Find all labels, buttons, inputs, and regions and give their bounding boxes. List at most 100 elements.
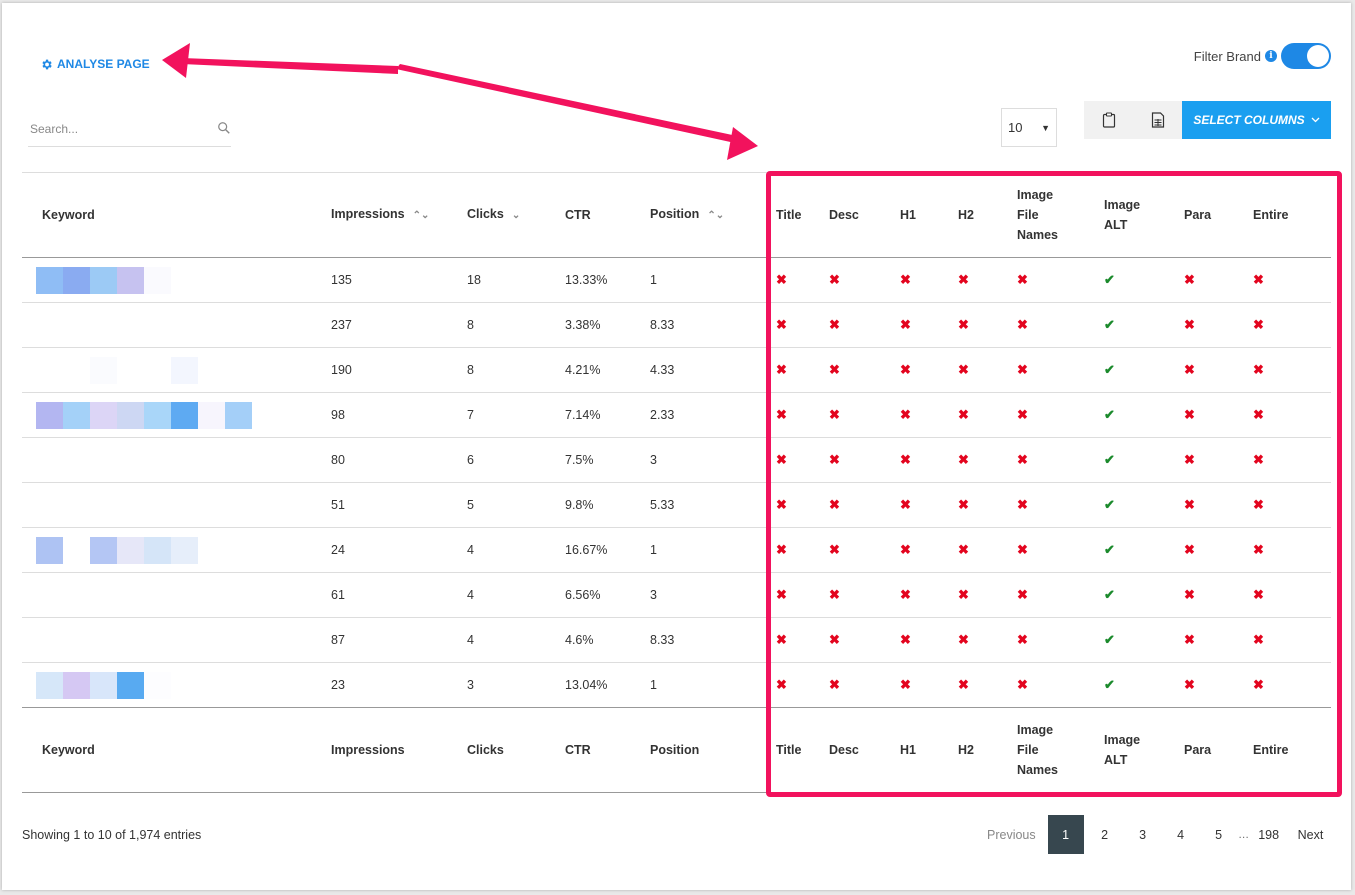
h1-status-cell: ✖ (900, 348, 958, 393)
page-button-5[interactable]: 5 (1200, 815, 1238, 854)
page-button-4[interactable]: 4 (1162, 815, 1200, 854)
cross-icon: ✖ (958, 677, 969, 692)
impressions-cell: 51 (331, 498, 345, 512)
impressions-cell: 237 (331, 318, 352, 332)
previous-button[interactable]: Previous (977, 815, 1046, 854)
ctr-cell: 7.5% (565, 453, 594, 467)
column-header-para[interactable]: Para (1184, 173, 1253, 258)
position-cell: 1 (650, 543, 657, 557)
h1-status-cell: ✖ (900, 618, 958, 663)
page-size-value: 10 (1008, 120, 1023, 135)
cross-icon: ✖ (829, 452, 840, 467)
table-header-row: Keyword Impressions ⌃⌄ Clicks ⌄ CTR Positi… (22, 172, 1331, 258)
page-button-last[interactable]: 198 (1250, 815, 1288, 854)
column-header-title[interactable]: Title (761, 173, 829, 258)
redacted-keyword (36, 582, 331, 609)
entire-status-cell: ✖ (1253, 258, 1331, 303)
keyword-cell-redacted (22, 258, 331, 303)
select-columns-button[interactable]: SELECT COLUMNS (1182, 101, 1331, 139)
h2-status-cell: ✖ (958, 258, 1017, 303)
column-header-keyword[interactable]: Keyword (22, 173, 331, 258)
h1-status-cell: ✖ (900, 483, 958, 528)
redacted-keyword (36, 536, 331, 564)
footer-header-desc: Desc (829, 743, 859, 757)
desc-status-cell: ✖ (829, 348, 900, 393)
cross-icon: ✖ (776, 677, 787, 692)
table-footer-row: Keyword Impressions Clicks CTR Position … (22, 707, 1331, 793)
image_file_names-status-cell: ✖ (1017, 663, 1104, 708)
cross-icon: ✖ (1017, 317, 1028, 332)
filter-brand-toggle[interactable] (1281, 43, 1331, 69)
next-button[interactable]: Next (1288, 815, 1332, 854)
position-cell: 1 (650, 273, 657, 287)
check-icon: ✔ (1104, 362, 1115, 377)
keywords-table: Keyword Impressions ⌃⌄ Clicks ⌄ CTR Positi… (22, 172, 1331, 793)
check-icon: ✔ (1104, 317, 1115, 332)
column-header-position[interactable]: Position ⌃⌄ (650, 173, 761, 258)
cross-icon: ✖ (776, 587, 787, 602)
entire-status-cell: ✖ (1253, 348, 1331, 393)
cross-icon: ✖ (829, 677, 840, 692)
search-input[interactable] (28, 115, 208, 143)
page-size-select[interactable]: 10 ▼ (1001, 108, 1057, 147)
cross-icon: ✖ (829, 272, 840, 287)
image_alt-status-cell: ✔ (1104, 528, 1184, 573)
footer-header-h1: H1 (900, 743, 916, 757)
image_file_names-status-cell: ✖ (1017, 303, 1104, 348)
column-header-image-alt[interactable]: Image ALT (1104, 173, 1184, 258)
position-cell: 8.33 (650, 318, 675, 332)
cross-icon: ✖ (958, 362, 969, 377)
ctr-cell: 7.14% (565, 408, 601, 422)
cross-icon: ✖ (1253, 317, 1264, 332)
page-button-2[interactable]: 2 (1086, 815, 1124, 854)
footer-header-clicks: Clicks (467, 743, 504, 757)
check-icon: ✔ (1104, 272, 1115, 287)
column-header-ctr[interactable]: CTR (565, 173, 650, 258)
image_file_names-status-cell: ✖ (1017, 483, 1104, 528)
analyse-page-button[interactable]: ANALYSE PAGE (40, 57, 150, 71)
para-status-cell: ✖ (1184, 483, 1253, 528)
h2-status-cell: ✖ (958, 573, 1017, 618)
entire-status-cell: ✖ (1253, 303, 1331, 348)
h2-status-cell: ✖ (958, 618, 1017, 663)
para-status-cell: ✖ (1184, 303, 1253, 348)
check-icon: ✔ (1104, 497, 1115, 512)
page-button-3[interactable]: 3 (1124, 815, 1162, 854)
cross-icon: ✖ (776, 317, 787, 332)
impressions-cell: 24 (331, 543, 345, 557)
entire-status-cell: ✖ (1253, 438, 1331, 483)
column-header-h1[interactable]: H1 (900, 173, 958, 258)
cross-icon: ✖ (1017, 632, 1028, 647)
info-icon[interactable]: i (1265, 50, 1277, 62)
cross-icon: ✖ (958, 407, 969, 422)
cross-icon: ✖ (1017, 362, 1028, 377)
cross-icon: ✖ (1253, 677, 1264, 692)
para-status-cell: ✖ (1184, 348, 1253, 393)
search-icon[interactable] (217, 121, 231, 135)
h2-status-cell: ✖ (958, 663, 1017, 708)
keyword-cell-redacted (22, 348, 331, 393)
cross-icon: ✖ (1184, 587, 1195, 602)
search-box (28, 115, 231, 147)
keyword-cell-redacted (22, 528, 331, 573)
para-status-cell: ✖ (1184, 393, 1253, 438)
keyword-cell-redacted (22, 483, 331, 528)
para-status-cell: ✖ (1184, 258, 1253, 303)
column-header-clicks[interactable]: Clicks ⌄ (467, 173, 565, 258)
column-header-desc[interactable]: Desc (829, 173, 900, 258)
chevron-down-icon (1311, 117, 1320, 123)
cross-icon: ✖ (1184, 542, 1195, 557)
desc-status-cell: ✖ (829, 618, 900, 663)
column-header-image-file-names[interactable]: Image File Names (1017, 173, 1104, 258)
image_file_names-status-cell: ✖ (1017, 393, 1104, 438)
page-button-1[interactable]: 1 (1047, 815, 1084, 854)
column-header-h2[interactable]: H2 (958, 173, 1017, 258)
sort-desc-icon: ⌄ (511, 210, 521, 221)
desc-status-cell: ✖ (829, 528, 900, 573)
sort-icon: ⌃⌄ (412, 210, 430, 221)
csv-export-button[interactable] (1133, 101, 1182, 139)
column-header-entire[interactable]: Entire (1253, 173, 1331, 258)
copy-button[interactable] (1084, 101, 1133, 139)
cross-icon: ✖ (1253, 542, 1264, 557)
column-header-impressions[interactable]: Impressions ⌃⌄ (331, 173, 467, 258)
